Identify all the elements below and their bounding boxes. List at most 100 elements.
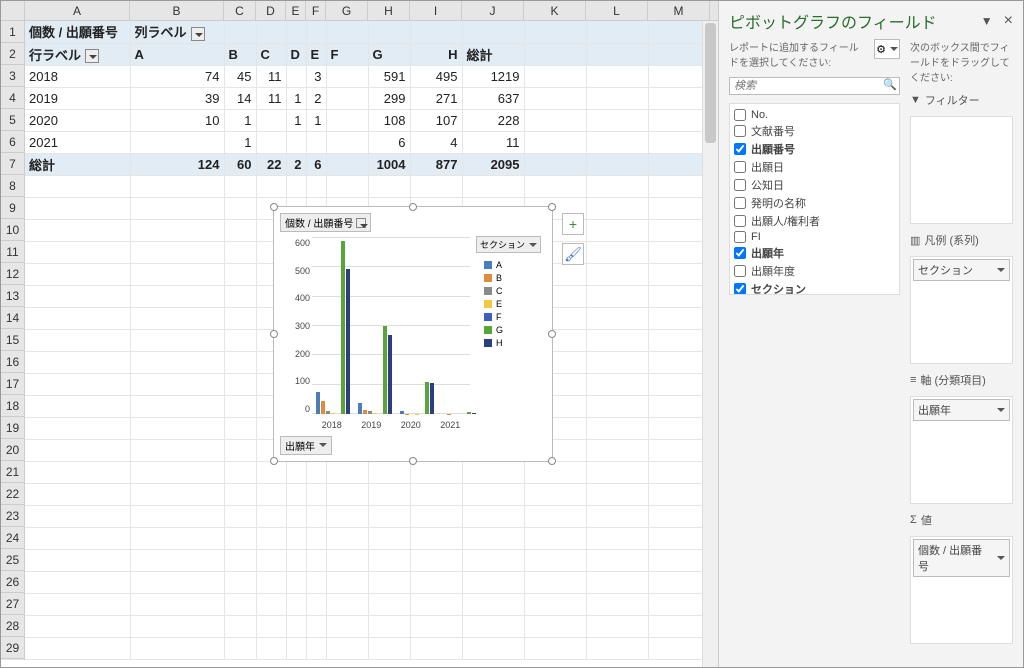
pivot-chart[interactable]: + 🖌 個数 / 出願番号 0100200300400500600 201820… [273,206,553,462]
pivot-values-label[interactable]: 個数 / 出願番号 [25,21,130,43]
values-drop-zone[interactable]: 個数 / 出願番号 [910,536,1013,644]
filter-drop-zone[interactable] [910,116,1013,224]
row-header-29[interactable]: 29 [1,637,24,659]
row-header-19[interactable]: 19 [1,417,24,439]
field-list[interactable]: No.文献番号出願番号出願日公知日発明の名称出願人/権利者FI出願年出願年度セク… [729,103,900,295]
vertical-scrollbar[interactable] [702,21,718,667]
field-checkbox[interactable] [734,179,746,191]
field-文献番号[interactable]: 文献番号 [734,122,895,140]
chart-elements-button[interactable]: + [562,213,584,235]
search-input[interactable] [730,78,881,94]
row-header-26[interactable]: 26 [1,571,24,593]
row-header-22[interactable]: 22 [1,483,24,505]
chart-axis-field[interactable]: 出願年 [280,436,332,455]
close-icon[interactable]: × [1004,12,1013,29]
row-header-15[interactable]: 15 [1,329,24,351]
col-header-F[interactable]: F [306,1,326,20]
legend-item-E[interactable]: E [484,299,542,309]
field-出願年[interactable]: 出願年 [734,244,895,262]
col-header-L[interactable]: L [586,1,648,20]
field-出願年度[interactable]: 出願年度 [734,262,895,280]
col-header-M[interactable]: M [648,1,710,20]
col-header-H[interactable]: H [368,1,410,20]
row-header-23[interactable]: 23 [1,505,24,527]
field-発明の名称[interactable]: 発明の名称 [734,194,895,212]
field-出願人/権利者[interactable]: 出願人/権利者 [734,212,895,230]
select-all-corner[interactable] [1,1,25,20]
bar-2019-C[interactable] [368,411,372,414]
col-dropdown[interactable] [191,27,205,41]
axis-field-item[interactable]: 出願年 [913,399,1010,421]
bar-2021-G[interactable] [467,412,471,414]
col-header-J[interactable]: J [462,1,524,20]
field-checkbox[interactable] [734,161,746,173]
row-header-27[interactable]: 27 [1,593,24,615]
bar-2019-G[interactable] [383,326,387,414]
field-セクション[interactable]: セクション [734,280,895,295]
row-header-16[interactable]: 16 [1,351,24,373]
bar-2020-H[interactable] [430,383,434,414]
col-header-C[interactable]: C [224,1,256,20]
legend-item-C[interactable]: C [484,286,542,296]
row-header-1[interactable]: 1 [1,21,24,43]
col-header-K[interactable]: K [524,1,586,20]
field-search[interactable]: 🔍 [729,77,900,95]
row-header-7[interactable]: 7 [1,153,24,175]
field-公知日[interactable]: 公知日 [734,176,895,194]
bar-2020-A[interactable] [400,411,404,414]
row-header-6[interactable]: 6 [1,131,24,153]
legend-item-G[interactable]: G [484,325,542,335]
bar-2019-H[interactable] [388,335,392,414]
bar-2019-B[interactable] [363,410,367,414]
axis-drop-zone[interactable]: 出願年 [910,396,1013,504]
row-header-20[interactable]: 20 [1,439,24,461]
field-checkbox[interactable] [734,109,746,121]
legend-field-item[interactable]: セクション [913,259,1010,281]
bar-2020-G[interactable] [425,382,429,414]
row-header-2[interactable]: 2 [1,43,24,65]
legend-item-F[interactable]: F [484,312,542,322]
legend-item-B[interactable]: B [484,273,542,283]
col-header-I[interactable]: I [410,1,462,20]
chart-title-field[interactable]: 個数 / 出願番号 [280,213,371,232]
row-header-5[interactable]: 5 [1,109,24,131]
legend-drop-zone[interactable]: セクション [910,256,1013,364]
field-checkbox[interactable] [734,197,746,209]
values-field-item[interactable]: 個数 / 出願番号 [913,539,1010,577]
row-dropdown[interactable] [85,49,99,63]
row-header-3[interactable]: 3 [1,65,24,87]
field-FI[interactable]: FI [734,230,895,244]
row-header-28[interactable]: 28 [1,615,24,637]
row-header-18[interactable]: 18 [1,395,24,417]
field-checkbox[interactable] [734,215,746,227]
bar-2021-H[interactable] [472,413,476,414]
row-header-13[interactable]: 13 [1,285,24,307]
bar-2019-A[interactable] [358,403,362,414]
bar-2018-C[interactable] [326,411,330,414]
gear-button[interactable]: ⚙ [874,39,900,59]
col-header-E[interactable]: E [286,1,306,20]
chart-styles-button[interactable]: 🖌 [562,243,584,265]
row-header-10[interactable]: 10 [1,219,24,241]
field-checkbox[interactable] [734,247,746,259]
row-header-4[interactable]: 4 [1,87,24,109]
pivot-col-label[interactable]: 列ラベル [130,21,224,43]
row-header-11[interactable]: 11 [1,241,24,263]
field-checkbox[interactable] [734,143,746,155]
legend-item-A[interactable]: A [484,260,542,270]
bar-2018-H[interactable] [346,269,350,414]
field-checkbox[interactable] [734,125,746,137]
field-checkbox[interactable] [734,231,746,243]
field-checkbox[interactable] [734,265,746,277]
row-header-9[interactable]: 9 [1,197,24,219]
chart-legend[interactable]: セクション ABCEFGH [472,232,546,432]
row-header-21[interactable]: 21 [1,461,24,483]
col-header-D[interactable]: D [256,1,286,20]
field-checkbox[interactable] [734,283,746,295]
bar-2018-G[interactable] [341,241,345,414]
row-header-25[interactable]: 25 [1,549,24,571]
panel-menu-icon[interactable]: ▼ [981,14,993,28]
pivot-row-label[interactable]: 行ラベル [25,43,130,65]
bar-2019-E[interactable] [373,413,377,414]
chevron-down-icon[interactable] [356,218,366,228]
